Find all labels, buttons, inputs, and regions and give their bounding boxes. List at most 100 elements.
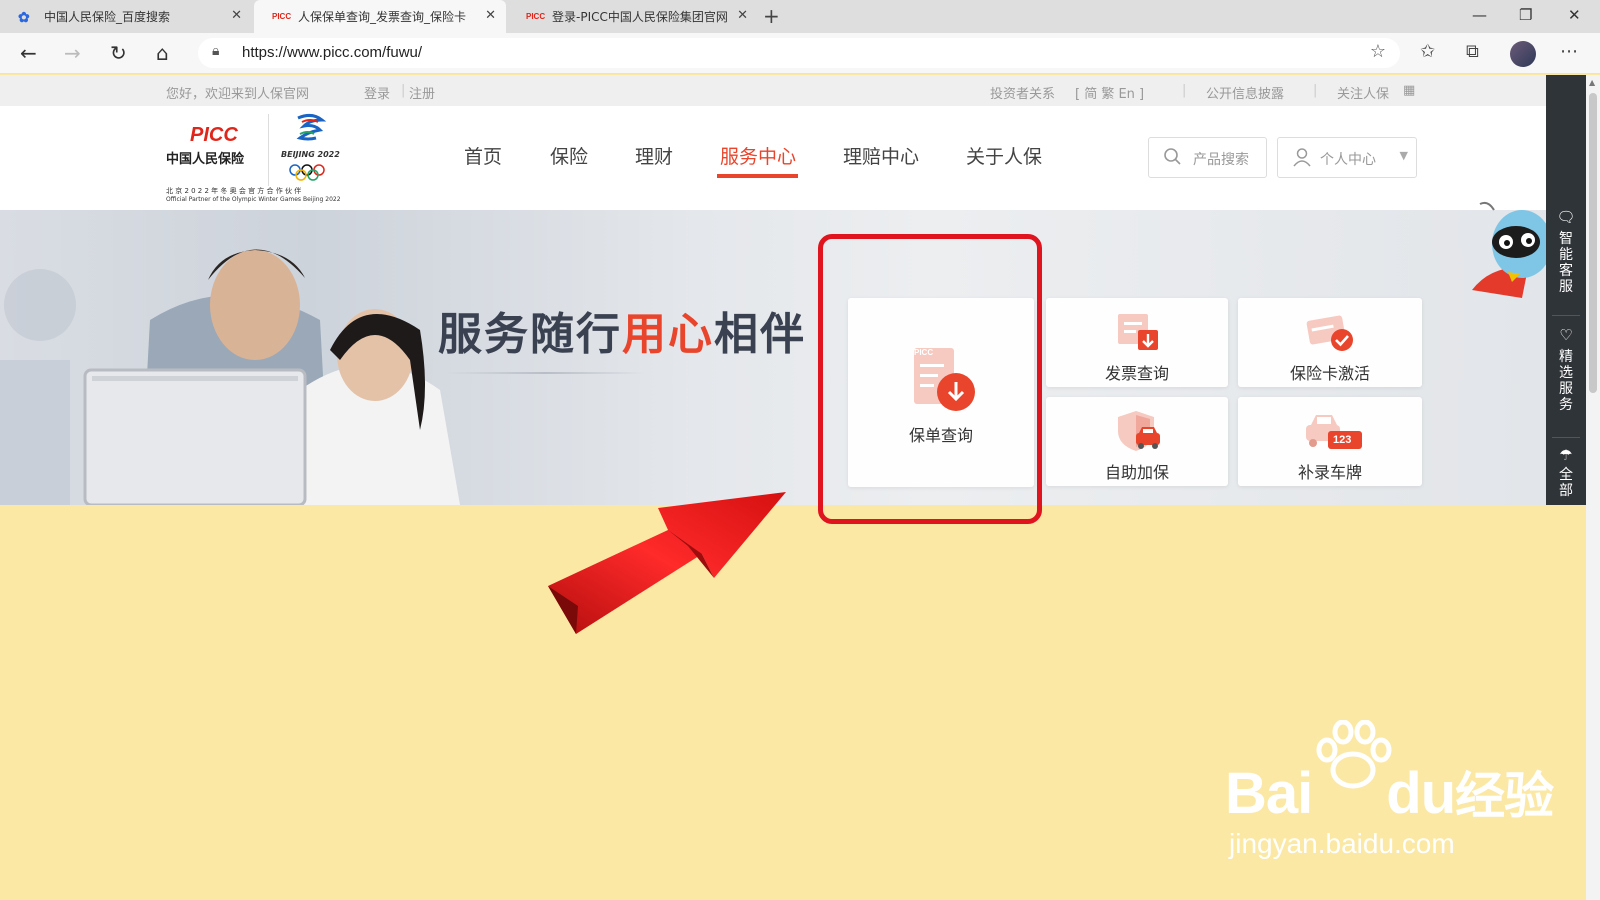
beijing-2022-text: BEIJING 2022 (281, 150, 340, 159)
login-link[interactable]: 登录 (364, 83, 390, 102)
watermark-url: jingyan.baidu.com (1229, 828, 1455, 859)
baidu-paw-icon: ✿ (18, 8, 30, 25)
top-info-strip: 您好，欢迎来到人保官网 登录 | 注册 投资者关系 [ 简 繁 En ] | 公… (0, 75, 1546, 106)
follow-link[interactable]: 关注人保 (1337, 83, 1389, 102)
logo-divider (268, 114, 269, 186)
site-header: PICC 中国人民保险 BEIJING 2022 北 京 2 0 2 2 年 冬… (0, 106, 1546, 210)
slogan-part1: 服务随行 (438, 309, 622, 360)
slogan-part2: 相伴 (714, 309, 806, 360)
back-arrow-icon[interactable]: ← (20, 41, 37, 65)
sidebar-item-label: 全部 (1559, 467, 1573, 499)
slogan-accent: 用心 (622, 309, 714, 360)
highlight-box (818, 234, 1042, 524)
nav-insurance[interactable]: 保险 (550, 142, 588, 169)
collections-icon[interactable]: ⧉ (1466, 41, 1479, 62)
service-card-card-activation[interactable]: 保险卡激活 (1238, 298, 1422, 387)
restore-icon[interactable]: ❐ (1519, 6, 1532, 24)
slogan-underline (445, 372, 645, 374)
scroll-up-icon[interactable]: ▲ (1589, 78, 1595, 87)
user-center-button[interactable]: 个人中心 ▼ (1277, 137, 1417, 178)
watermark-bai: Bai (1225, 761, 1313, 826)
more-menu-icon[interactable]: ⋯ (1560, 41, 1578, 62)
nav-service-center[interactable]: 服务中心 (720, 142, 796, 169)
service-label: 自助加保 (1104, 463, 1169, 482)
investor-relations-link[interactable]: 投资者关系 (990, 83, 1055, 102)
mascot-helper-icon[interactable] (1472, 198, 1548, 308)
divider: | (1313, 83, 1318, 98)
chat-icon: 🗨︎ (1556, 208, 1576, 226)
floating-sidebar: 🗨︎ 智能客服 ♡ 精选服务 ☂︎ 全部 (1546, 75, 1586, 505)
service-label: 补录车牌 (1297, 463, 1362, 482)
tab-title: 登录-PICC中国人民保险集团官网 (552, 10, 728, 24)
watermark-du: du (1386, 761, 1456, 826)
banner-slogan: 服务随行用心相伴 (438, 298, 806, 362)
language-switcher[interactable]: [ 简 繁 En ] (1075, 83, 1144, 102)
browser-tab-picc-service[interactable]: PICC 人保保单查询_发票查询_保险卡 ✕ (254, 0, 506, 33)
invoice-icon (1118, 314, 1158, 350)
nav-home[interactable]: 首页 (464, 142, 502, 169)
forward-arrow-icon[interactable]: → (64, 41, 81, 65)
browser-tab-bar: ✿ 中国人民保险_百度搜索 ✕ PICC 人保保单查询_发票查询_保险卡 ✕ P… (0, 0, 1600, 33)
browser-tab-picc-login[interactable]: PICC 登录-PICC中国人民保险集团官网 ✕ (508, 0, 758, 33)
address-bar[interactable]: 🔒︎ https://www.picc.com/fuwu/ ☆ (198, 38, 1400, 68)
nav-claims-center[interactable]: 理赔中心 (843, 142, 919, 169)
shield-car-icon (1118, 411, 1160, 451)
favorite-star-icon[interactable]: ☆ (1370, 41, 1386, 62)
user-center-label: 个人中心 (1320, 152, 1376, 168)
card-activate-icon (1306, 315, 1353, 351)
nav-finance[interactable]: 理财 (635, 142, 673, 169)
picc-favicon: PICC (526, 11, 546, 21)
watermark-logo-text: Bai du经验 (1225, 756, 1554, 828)
new-tab-button[interactable]: + (763, 4, 780, 28)
service-card-self-add-insurance[interactable]: 自助加保 (1046, 397, 1228, 486)
plate-badge: 123 (1333, 434, 1352, 446)
smart-service-button[interactable]: 🗨︎ 智能客服 (1546, 209, 1586, 295)
qrcode-icon[interactable]: ▦ (1403, 83, 1415, 98)
reload-icon[interactable]: ↻ (110, 41, 127, 65)
favorites-list-icon[interactable]: ✩ (1420, 41, 1435, 62)
window-close-icon[interactable]: ✕ (1568, 6, 1581, 24)
heart-icon: ♡ (1559, 326, 1573, 344)
lock-icon: 🔒︎ (212, 43, 220, 59)
close-tab-icon[interactable]: ✕ (485, 8, 496, 23)
product-search-button[interactable]: 产品搜索 (1148, 137, 1267, 178)
disclosure-link[interactable]: 公开信息披露 (1206, 83, 1284, 102)
search-label: 产品搜索 (1193, 152, 1249, 168)
profile-avatar[interactable] (1510, 41, 1536, 67)
sidebar-item-label: 智能客服 (1559, 231, 1573, 295)
nav-active-indicator (717, 174, 798, 178)
scrollbar-thumb[interactable] (1589, 93, 1597, 393)
partner-text-cn: 北 京 2 0 2 2 年 冬 奥 会 官 方 合 作 伙 伴 (166, 187, 302, 195)
nav-about[interactable]: 关于人保 (966, 142, 1042, 169)
divider: | (401, 83, 406, 98)
service-card-invoice-query[interactable]: 发票查询 (1046, 298, 1228, 387)
banner-people-image (0, 249, 460, 505)
search-icon (1164, 148, 1181, 165)
logo-brand: PICC (190, 124, 238, 146)
service-card-supplement-plate[interactable]: 123 补录车牌 (1238, 397, 1422, 486)
sidebar-divider (1552, 437, 1580, 438)
page-scrollbar[interactable]: ▲ (1586, 75, 1600, 900)
picc-favicon: PICC (272, 11, 292, 21)
sidebar-item-label: 精选服务 (1559, 349, 1573, 413)
umbrella-icon: ☂︎ (1559, 446, 1573, 464)
chevron-down-icon: ▼ (1399, 149, 1408, 162)
partner-text-en: Official Partner of the Olympic Winter G… (166, 196, 341, 203)
close-tab-icon[interactable]: ✕ (737, 8, 748, 23)
sidebar-divider (1552, 315, 1580, 316)
close-tab-icon[interactable]: ✕ (231, 8, 242, 23)
register-link[interactable]: 注册 (409, 83, 435, 102)
tab-title: 人保保单查询_发票查询_保险卡 (298, 10, 467, 24)
url-text[interactable]: https://www.picc.com/fuwu/ (242, 44, 422, 61)
watermark-cn: 经验 (1455, 767, 1554, 825)
browser-tab-baidu[interactable]: ✿ 中国人民保险_百度搜索 ✕ (0, 0, 252, 33)
red-arrow-annotation (548, 492, 786, 634)
minimize-icon[interactable]: — (1472, 6, 1487, 24)
home-icon[interactable]: ⌂ (156, 41, 169, 65)
beijing-2022-emblem-icon (289, 113, 327, 181)
tab-title: 中国人民保险_百度搜索 (44, 10, 171, 24)
all-services-button[interactable]: ☂︎ 全部 (1546, 447, 1586, 499)
baidu-jingyan-watermark: Bai du经验 jingyan.baidu.com (1225, 720, 1554, 870)
featured-service-button[interactable]: ♡ 精选服务 (1546, 327, 1586, 413)
browser-toolbar: ← → ↻ ⌂ 🔒︎ https://www.picc.com/fuwu/ ☆ … (0, 33, 1600, 74)
